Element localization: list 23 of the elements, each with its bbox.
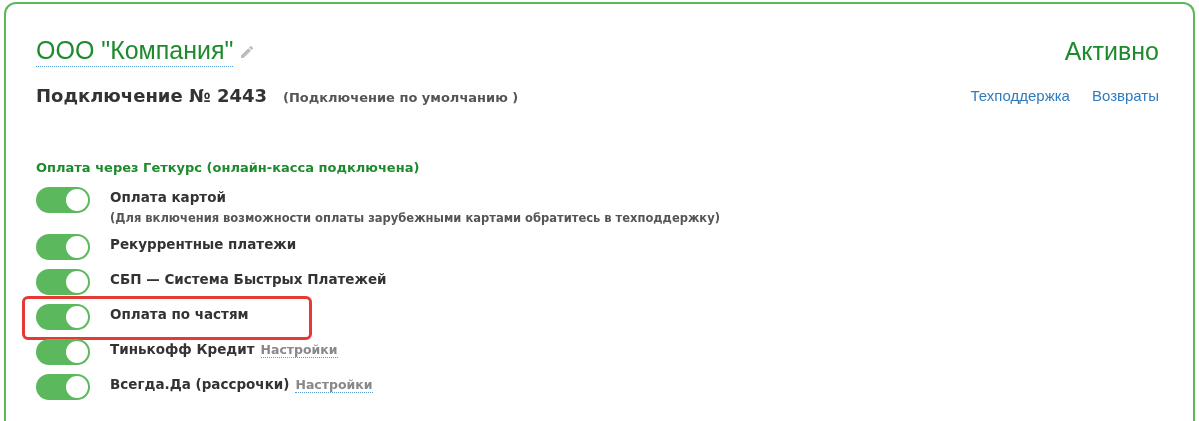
option-label: Оплата по частям xyxy=(110,306,249,322)
section-title: Оплата через Геткурс (онлайн-касса подключена) xyxy=(36,160,421,175)
option-label: Оплата картой xyxy=(110,189,226,205)
header-link[interactable]: Возвраты xyxy=(1091,87,1159,104)
toggle-switch[interactable] xyxy=(36,339,90,365)
option-note: (Для включения возможности оплаты зарубежными картами обратитесь в техподдержку) xyxy=(110,211,720,225)
pencil-icon[interactable] xyxy=(239,43,256,60)
settings-link[interactable]: Настройки xyxy=(295,377,373,393)
connection-note: (Подключение по умолчанию ) xyxy=(283,90,519,105)
settings-link[interactable]: Настройки xyxy=(260,342,338,358)
option-label: Тинькофф Кредит xyxy=(110,341,255,357)
toggle-switch[interactable] xyxy=(36,269,90,295)
connection-title: Подключение № 2443 xyxy=(36,85,267,106)
header-link[interactable]: Техподдержка xyxy=(970,87,1070,104)
option-label: СБП — Система Быстрых Платежей xyxy=(110,271,387,287)
status-label: Активно xyxy=(1064,37,1159,66)
company-name[interactable]: ООО "Компания" xyxy=(36,36,234,67)
option-label: Рекуррентные платежи xyxy=(110,236,297,252)
option-label: Всегда.Да (рассрочки) xyxy=(110,376,290,392)
toggle-switch[interactable] xyxy=(36,304,90,330)
toggle-switch[interactable] xyxy=(36,234,90,260)
toggle-switch[interactable] xyxy=(36,374,90,400)
toggle-switch[interactable] xyxy=(36,187,90,213)
